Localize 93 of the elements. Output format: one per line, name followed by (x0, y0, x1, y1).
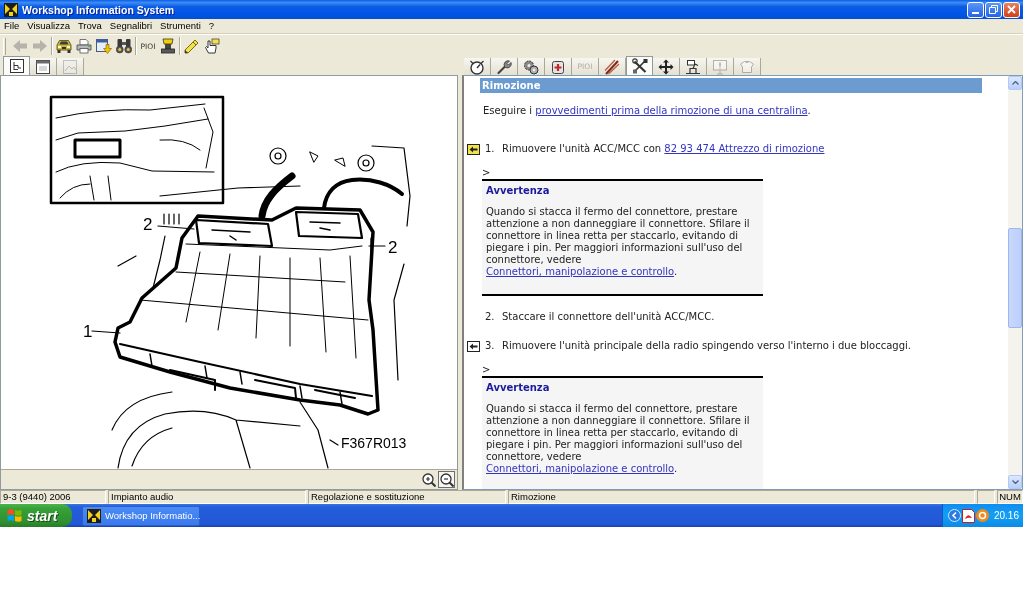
warning-title: Avvertenza (486, 185, 550, 197)
car-icon (56, 38, 72, 54)
app-icon (87, 508, 101, 523)
tab[interactable] (30, 58, 57, 75)
gears-icon (523, 58, 539, 75)
menu-item[interactable]: Strumenti (157, 20, 204, 32)
toolbar-button[interactable] (202, 36, 222, 56)
step-text: Staccare il connettore dell'unità ACC/MCC. (502, 311, 715, 323)
minimize-icon (972, 11, 979, 14)
minimize-button[interactable] (967, 1, 984, 18)
status-panel: 9-3 (9440) 2006 (0, 490, 106, 504)
scroll-up-button[interactable] (1008, 76, 1022, 90)
status-panel: Rimozione (508, 490, 975, 504)
section-heading: Rimozione (480, 78, 982, 93)
tab[interactable] (599, 58, 626, 75)
warning-text: Quando si stacca il fermo del connettore, prestare attenzione a non danneggiare il connettore. Sfilare il connettore in linea retta per staccarlo, evitando di piegare i pin. Per maggiori informazioni sull'uso del connettore, vedere Connettori, manipolazione e controllo. (486, 206, 751, 278)
zoom-out-icon (439, 472, 454, 487)
flag-icon (7, 508, 22, 523)
download-icon (96, 38, 112, 54)
status-panel: Impianto audio (108, 490, 306, 504)
step-number: 1. (485, 143, 496, 155)
prompt-text: > (482, 167, 491, 178)
callout-number: 2 (143, 215, 153, 234)
clock: 20.16 (993, 510, 1019, 521)
close-icon (1007, 5, 1016, 14)
app-icon (4, 2, 18, 17)
ring-icon (975, 509, 989, 522)
pointer-icon (204, 38, 220, 54)
right-arrow-icon (32, 38, 48, 54)
pencil-icon (184, 38, 200, 54)
taskbar-button[interactable]: Workshop Informatio... (82, 505, 200, 526)
toolbar-button[interactable] (114, 36, 134, 56)
prompt-text: > (482, 364, 491, 375)
status-indicator: NUM (997, 490, 1023, 504)
tab[interactable] (680, 58, 707, 75)
stamp-icon (160, 38, 176, 54)
printer-icon (76, 38, 92, 54)
zoom-in-icon (421, 472, 436, 487)
tab[interactable] (653, 58, 680, 75)
intro-text: Eseguire i provvedimenti prima della rimozione di una centralina. (483, 105, 811, 117)
chevron-icon (947, 509, 961, 522)
tab[interactable] (545, 58, 572, 75)
restore-button[interactable] (985, 1, 1002, 18)
move-icon (658, 58, 674, 75)
menu-item[interactable]: Trova (74, 20, 105, 32)
scroll-down-button[interactable] (1008, 475, 1022, 489)
toolbar-button[interactable] (74, 36, 94, 56)
close-button[interactable] (1003, 1, 1020, 18)
toolbar-button[interactable] (94, 36, 114, 56)
tab[interactable] (464, 58, 491, 75)
callout-number: 2 (388, 238, 398, 257)
zoom-in-button[interactable] (420, 471, 437, 488)
first-aid-icon (550, 58, 566, 75)
start-button[interactable]: start (0, 504, 72, 527)
zoom-out-button[interactable] (438, 471, 455, 488)
monitor-warning-icon (712, 58, 728, 75)
scrollbar[interactable] (1008, 76, 1022, 489)
image-icon (63, 59, 77, 74)
link[interactable]: 82 93 474 Attrezzo di rimozione (664, 143, 825, 154)
window-icon (36, 59, 50, 74)
status-panel (977, 490, 995, 504)
shirt-icon (739, 58, 755, 75)
menu-item[interactable]: Segnalibri (106, 20, 156, 32)
toolbar-button[interactable] (158, 36, 178, 56)
menu-item[interactable]: Visualizza (24, 20, 73, 32)
tree-icon (9, 59, 24, 73)
menu-item[interactable]: ? (205, 20, 218, 32)
wrench-icon (496, 58, 512, 75)
menu-item[interactable]: File (1, 20, 23, 32)
figure-code: F367R013 (341, 435, 407, 451)
callout-number: 1 (83, 322, 93, 341)
tab[interactable] (3, 56, 30, 75)
scroll-thumb[interactable] (1008, 228, 1022, 328)
tools-icon (631, 58, 648, 74)
chevron-down-icon (1011, 480, 1019, 484)
status-panel: Regolazione e sostituzione (308, 490, 506, 504)
step-text: Rimuovere l'unità principale della radio spingendo verso l'interno i due bloccaggi. (502, 340, 911, 352)
tab[interactable] (626, 56, 653, 75)
tab[interactable] (518, 58, 545, 75)
window-title: Workshop Information System (22, 3, 175, 16)
chevron-up-icon (1011, 81, 1019, 85)
warning-title: Avvertenza (486, 382, 550, 394)
document-icon (961, 508, 975, 523)
restore-icon (989, 5, 998, 14)
step-number: 2. (485, 311, 496, 323)
link[interactable]: provvedimenti prima della rimozione di una centralina (535, 105, 808, 116)
binoculars-icon (116, 38, 132, 54)
step-number: 3. (485, 340, 496, 352)
slash-lines-icon (604, 58, 620, 75)
left-arrow-icon (12, 38, 28, 54)
warning-text: Quando si stacca il fermo del connettore, prestare attenzione a non danneggiare il connettore. Sfilare il connettore in linea retta per staccarlo, evitando di piegare i pin. Per maggiori informazioni sull'uso del connettore, vedere Connettori, manipolazione e controllo. (486, 403, 751, 475)
tab[interactable] (491, 58, 518, 75)
step-text: Rimuovere l'unità ACC/MCC con 82 93 474 Attrezzo di rimozione (502, 143, 825, 155)
